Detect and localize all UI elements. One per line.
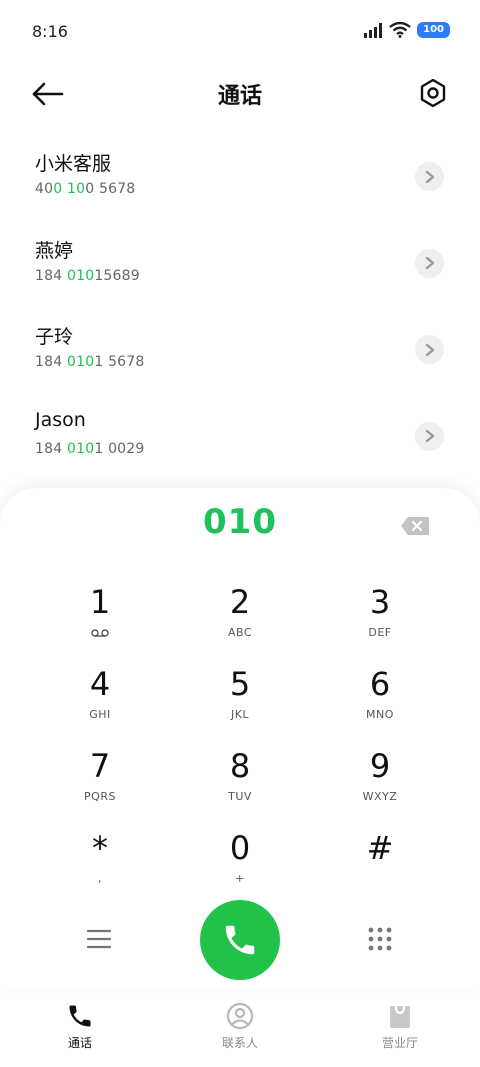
contact-number: 184 0101 0029 [35, 440, 145, 457]
key-letters: + [235, 872, 245, 885]
contact-name: Jason [35, 408, 86, 431]
key-letters: MNO [366, 708, 394, 721]
wifi-icon [389, 22, 411, 38]
settings-icon [420, 78, 446, 108]
chevron-right-icon [425, 170, 434, 183]
contact-name: 燕婷 [35, 239, 74, 262]
key-digit: 8 [229, 747, 251, 785]
key-digit: 7 [89, 747, 111, 785]
settings-button[interactable] [418, 78, 448, 108]
key-digit: 5 [229, 665, 251, 703]
battery-indicator: 100 [417, 22, 450, 38]
shopping-bag-icon [390, 1004, 410, 1028]
nav-store[interactable]: 营业厅 [320, 990, 480, 1067]
key-digit: 2 [229, 583, 251, 621]
dial-panel: 010 1 2 ABC 3 DEF 4 GHI 5 JKL 6 MNO 7 PQ… [0, 488, 480, 988]
nav-label: 联系人 [221, 1036, 258, 1050]
header: 通话 [0, 64, 480, 124]
person-icon [226, 1002, 254, 1030]
contact-row[interactable]: Jason 184 0101 0029 [0, 394, 480, 481]
key-digit: 0 [229, 829, 251, 867]
menu-icon [86, 929, 112, 949]
key-digit: 6 [369, 665, 391, 703]
key-digit: # [366, 829, 394, 867]
key-digit: 4 [89, 665, 111, 703]
nav-label: 营业厅 [381, 1036, 418, 1050]
signal-icon [364, 23, 383, 38]
contact-row[interactable]: 小米客服 400 100 5678 [0, 134, 480, 221]
key-letters: TUV [228, 790, 252, 803]
key-letters: WXYZ [362, 790, 398, 803]
key-4[interactable]: 4 GHI [30, 666, 170, 748]
key-letters [310, 872, 450, 886]
contact-detail-button[interactable] [415, 248, 444, 278]
key-8[interactable]: 8 TUV [170, 748, 310, 830]
key-letters: JKL [230, 708, 250, 721]
contact-number: 184 01015689 [35, 267, 140, 284]
contact-detail-button[interactable] [415, 421, 444, 451]
contact-name: 小米客服 [35, 153, 112, 175]
menu-button[interactable] [86, 928, 112, 950]
key-1[interactable]: 1 [30, 584, 170, 666]
call-button[interactable] [200, 900, 280, 980]
page-title: 通话 [217, 84, 262, 109]
nav-label: 通话 [67, 1036, 92, 1050]
bottom-nav: 通话 联系人 营业厅 [0, 990, 480, 1067]
status-bar: 8:16 100 [0, 0, 480, 64]
status-icons: 100 [363, 22, 450, 38]
contact-number: 184 0101 5678 [35, 354, 145, 370]
key-letters: GHI [89, 708, 111, 721]
chevron-right-icon [425, 343, 434, 356]
key-6[interactable]: 6 MNO [310, 666, 450, 748]
status-time: 8:16 [32, 22, 68, 41]
contact-number: 400 100 5678 [35, 181, 136, 197]
key-letters: PQRS [84, 790, 116, 803]
keypad: 1 2 ABC 3 DEF 4 GHI 5 JKL 6 MNO 7 PQRS 8… [30, 584, 450, 912]
key-digit: * [92, 829, 108, 867]
nav-contacts[interactable]: 联系人 [160, 990, 320, 1067]
dialpad-icon [368, 927, 392, 951]
phone-icon [69, 1005, 91, 1027]
key-7[interactable]: 7 PQRS [30, 748, 170, 830]
contact-detail-button[interactable] [415, 162, 444, 191]
key-5[interactable]: 5 JKL [170, 666, 310, 748]
backspace-button[interactable] [400, 516, 430, 536]
dial-actions [0, 900, 480, 980]
contact-name: 子玲 [35, 326, 74, 348]
contact-row[interactable]: 子玲 184 0101 5678 [0, 307, 480, 394]
key-letters: , [98, 872, 102, 885]
contact-list: 小米客服 400 100 5678 燕婷 184 01015689 子玲 184… [0, 134, 480, 480]
chevron-right-icon [425, 429, 434, 443]
contact-row[interactable]: 燕婷 184 01015689 [0, 221, 480, 308]
key-9[interactable]: 9 WXYZ [310, 748, 450, 830]
key-digit: 1 [89, 583, 111, 621]
key-2[interactable]: 2 ABC [170, 584, 310, 666]
chevron-right-icon [425, 256, 434, 270]
voicemail-icon [91, 629, 109, 637]
key-digit: 3 [369, 583, 391, 621]
key-digit: 9 [369, 747, 391, 785]
key-letters: DEF [368, 626, 392, 639]
keypad-toggle-button[interactable] [367, 926, 393, 952]
nav-calls[interactable]: 通话 [0, 990, 160, 1067]
phone-icon [225, 925, 255, 955]
key-3[interactable]: 3 DEF [310, 584, 450, 666]
contact-detail-button[interactable] [415, 335, 444, 364]
backspace-icon [401, 517, 429, 535]
key-letters: ABC [227, 626, 253, 639]
